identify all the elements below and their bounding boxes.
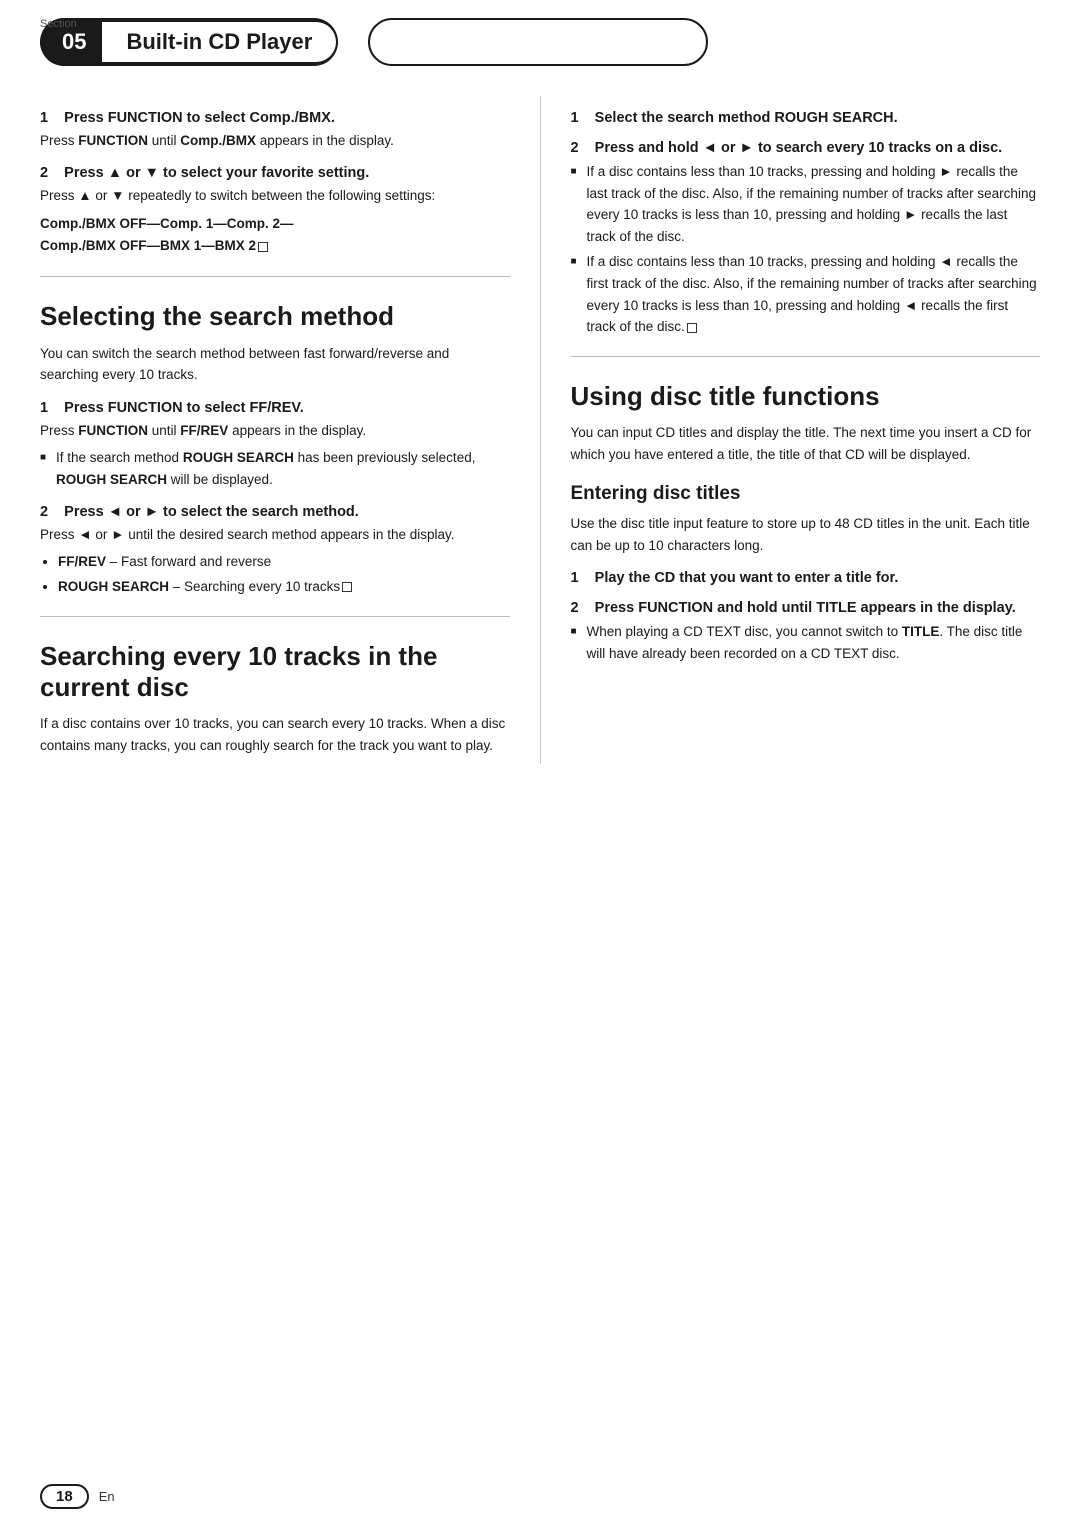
section-badge: 05 Built-in CD Player: [40, 18, 338, 66]
step1-compbmx-label: 1 Press FUNCTION to select Comp./BMX.: [40, 110, 335, 126]
left-column: 1 Press FUNCTION to select Comp./BMX. Pr…: [40, 96, 541, 764]
section-title: Built-in CD Player: [102, 20, 338, 64]
square-icon3: [687, 323, 697, 333]
right-column: 1 Select the search method ROUGH SEARCH.…: [541, 96, 1041, 764]
search-method-bullets: FF/REV – Fast forward and reverse ROUGH …: [58, 551, 510, 597]
footer: 18 En: [40, 1484, 115, 1509]
step1-ffrev-body: Press FUNCTION until FF/REV appears in t…: [40, 421, 510, 441]
entering-disc-titles-intro: Use the disc title input feature to stor…: [571, 513, 1041, 556]
page-number: 18: [40, 1484, 89, 1509]
divider1: [40, 276, 510, 277]
step1-ffrev-heading: 1 Press FUNCTION to select FF/REV.: [40, 400, 510, 416]
step1-ffrev-note: If the search method ROUGH SEARCH has be…: [40, 447, 510, 490]
step2-fav-heading: 2 Press ▲ or ▼ to select your favorite s…: [40, 165, 510, 181]
entering-disc-titles-heading: Entering disc titles: [571, 483, 1041, 505]
searching-10-heading: Searching every 10 tracks in the current…: [40, 641, 510, 703]
step2-fav-body: Press ▲ or ▼ repeatedly to switch betwee…: [40, 186, 510, 206]
square-icon: [258, 242, 268, 252]
searching-10-intro: If a disc contains over 10 tracks, you c…: [40, 713, 510, 756]
step1-play-heading: 1 Play the CD that you want to enter a t…: [571, 570, 1041, 586]
bullet-rough: ROUGH SEARCH – Searching every 10 tracks: [58, 576, 510, 598]
step1-compbmx-heading: 1 Press FUNCTION to select Comp./BMX.: [40, 110, 510, 126]
step2-searchmethod-body: Press ◄ or ► until the desired search me…: [40, 525, 510, 545]
main-content: 1 Press FUNCTION to select Comp./BMX. Pr…: [0, 76, 1080, 794]
title-bullet1: When playing a CD TEXT disc, you cannot …: [571, 621, 1041, 664]
selecting-search-heading: Selecting the search method: [40, 301, 510, 332]
step1-rough-heading: 1 Select the search method ROUGH SEARCH.: [571, 110, 1041, 126]
step2-searchmethod-heading: 2 Press ◄ or ► to select the search meth…: [40, 504, 510, 520]
bullet-ffrev: FF/REV – Fast forward and reverse: [58, 551, 510, 573]
using-disc-title-heading: Using disc title functions: [571, 381, 1041, 412]
header-right-box: [368, 18, 708, 66]
step2-title-heading: 2 Press FUNCTION and hold until TITLE ap…: [571, 600, 1041, 616]
comp-bmx-code: Comp./BMX OFF—Comp. 1—Comp. 2— Comp./BMX…: [40, 213, 510, 259]
square-icon2: [342, 582, 352, 592]
step1-compbmx-body: Press FUNCTION until Comp./BMX appears i…: [40, 131, 510, 151]
presshold-bullet2: If a disc contains less than 10 tracks, …: [571, 251, 1041, 337]
divider3: [571, 356, 1041, 357]
presshold-bullet1: If a disc contains less than 10 tracks, …: [571, 161, 1041, 247]
section-label: Section: [40, 18, 77, 30]
lang-label: En: [99, 1489, 115, 1504]
header: 05 Built-in CD Player: [0, 0, 1080, 76]
using-disc-title-intro: You can input CD titles and display the …: [571, 422, 1041, 465]
page: Section 05 Built-in CD Player 1 Press FU…: [0, 0, 1080, 1529]
presshold-bullets: If a disc contains less than 10 tracks, …: [571, 161, 1041, 338]
divider2: [40, 616, 510, 617]
step1-ffrev-notes: If the search method ROUGH SEARCH has be…: [40, 447, 510, 490]
selecting-search-intro: You can switch the search method between…: [40, 343, 510, 386]
title-bullets: When playing a CD TEXT disc, you cannot …: [571, 621, 1041, 664]
step2-presshold-heading: 2 Press and hold ◄ or ► to search every …: [571, 140, 1041, 156]
